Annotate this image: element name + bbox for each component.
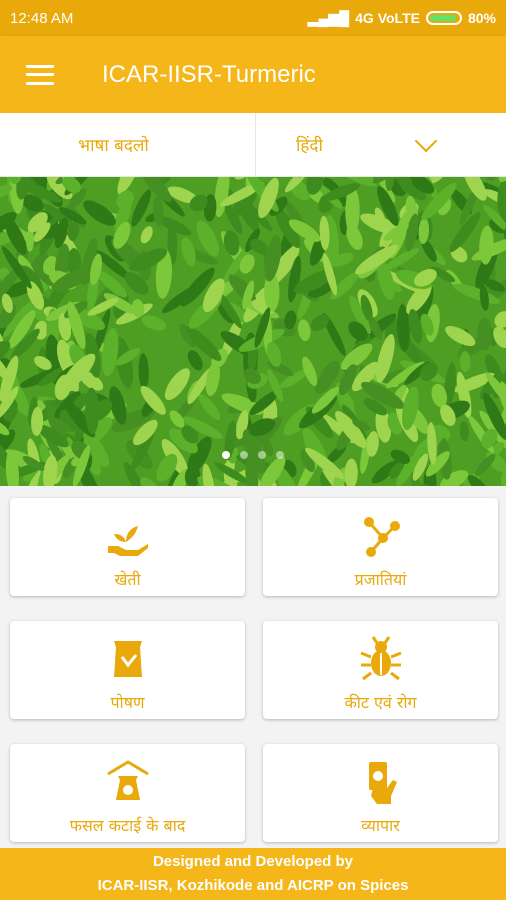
language-bar: भाषा बदलो हिंदी [0,113,506,177]
menu-label: खेती [114,570,141,589]
app-bar: ICAR-IISR-Turmeric [0,36,506,113]
menu-label: फसल कटाई के बाद [69,816,186,835]
app-title: ICAR-IISR-Turmeric [102,60,316,88]
hamburger-menu-icon[interactable] [26,64,54,85]
menu-card-varieties[interactable]: प्रजातियां [263,498,498,596]
footer-line-2: ICAR-IISR, Kozhikode and AICRP on Spices [97,877,409,894]
menu-label: कीट एवं रोग [344,693,417,712]
carousel-dot[interactable] [240,451,248,459]
selected-language: हिंदी [296,136,323,156]
carousel-indicator [0,451,506,459]
status-indicators: ▂▄▆█ 4G VoLTE 80% [308,10,496,27]
money-hand-icon [368,762,397,804]
change-language-label: भाषा बदलो [0,113,256,176]
turmeric-field-image [0,177,506,486]
battery-level: 80% [467,10,496,26]
carousel-dot[interactable] [258,451,266,459]
fertilizer-bag-icon [113,641,142,677]
carousel-dot[interactable] [222,451,230,459]
status-time: 12:48 AM [10,9,74,27]
bug-icon [359,636,402,681]
molecule-icon [363,517,400,557]
menu-label: प्रजातियां [354,570,407,589]
network-label: 4G VoLTE [355,10,420,26]
menu-card-pests[interactable]: कीट एवं रोग [263,621,498,719]
battery-icon [425,11,462,25]
carousel-dot[interactable] [276,451,284,459]
menu-card-cultivation[interactable]: खेती [10,498,245,596]
language-dropdown[interactable]: हिंदी [256,113,506,176]
menu-card-nutrition[interactable]: पोषण [10,621,245,719]
banner-image-carousel[interactable] [0,177,506,486]
signal-icon: ▂▄▆█ [307,9,350,26]
chevron-down-icon [414,129,438,152]
menu-card-trade[interactable]: व्यापार [263,744,498,842]
footer-credits: Designed and Developed by ICAR-IISR, Koz… [0,848,506,900]
menu-label: व्यापार [361,816,400,835]
status-bar: 12:48 AM ▂▄▆█ 4G VoLTE 80% [0,0,506,36]
storage-house-icon [106,760,149,800]
menu-card-post-harvest[interactable]: फसल कटाई के बाद [10,744,245,842]
planting-hand-icon [107,526,148,556]
menu-label: पोषण [110,693,145,712]
footer-line-1: Designed and Developed by [152,853,354,870]
